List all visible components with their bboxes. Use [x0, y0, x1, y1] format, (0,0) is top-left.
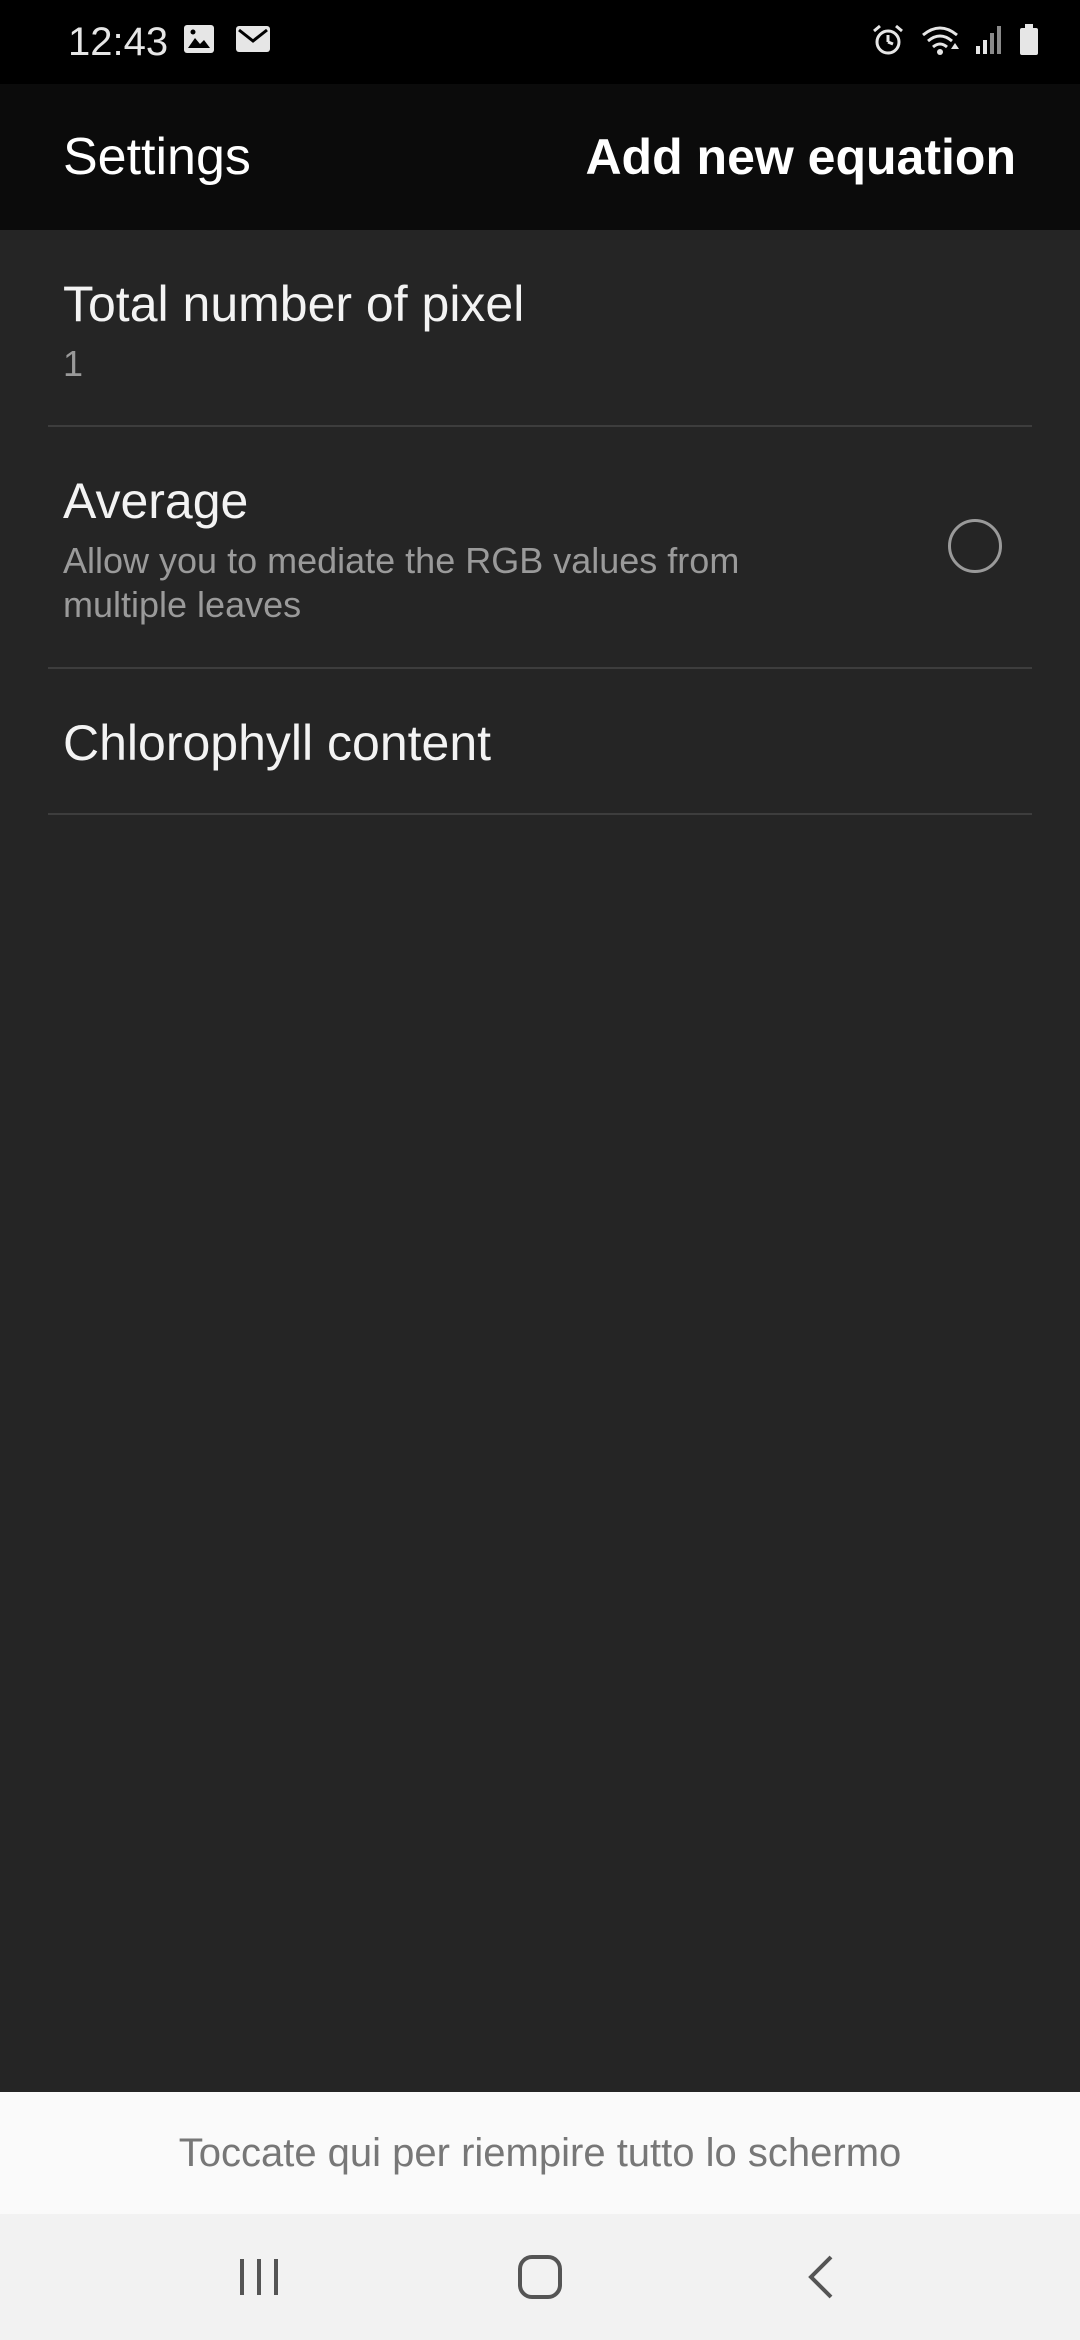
navigation-bar — [0, 2214, 1080, 2340]
email-icon — [236, 26, 270, 52]
page-title: Settings — [63, 128, 251, 186]
recents-button[interactable] — [199, 2242, 319, 2312]
pref-summary: Allow you to mediate the RGB values from… — [63, 540, 740, 625]
pref-total-number-of-pixel[interactable]: Total number of pixel 1 — [48, 230, 1032, 427]
home-icon — [518, 2255, 562, 2299]
wifi-icon — [922, 26, 959, 55]
signal-icon — [976, 26, 1001, 54]
ad-banner[interactable]: Toccate qui per riempire tutto lo scherm… — [0, 2092, 1080, 2214]
settings-list: Total number of pixel 1 Average Allow yo… — [0, 230, 1080, 2092]
back-button[interactable] — [761, 2242, 881, 2312]
pref-chlorophyll-content[interactable]: Chlorophyll content — [48, 669, 1032, 815]
pref-title: Total number of pixel — [63, 276, 525, 332]
recents-icon — [240, 2259, 278, 2295]
pref-average[interactable]: Average Allow you to mediate the RGB val… — [48, 427, 1032, 669]
gallery-icon — [184, 25, 214, 53]
ad-banner-text: Toccate qui per riempire tutto lo scherm… — [178, 2130, 902, 2175]
pref-title: Average — [63, 473, 249, 529]
add-new-equation-button[interactable]: Add new equation — [585, 124, 1016, 190]
status-time: 12:43 — [68, 20, 169, 64]
status-system-icons — [870, 22, 1040, 58]
home-button[interactable] — [480, 2242, 600, 2312]
status-notification-icons — [182, 22, 272, 56]
battery-icon — [1020, 24, 1038, 55]
back-icon — [808, 2255, 833, 2299]
pref-title: Chlorophyll content — [63, 715, 492, 771]
average-radio-button[interactable] — [948, 519, 1002, 573]
status-bar: 12:43 — [0, 0, 1080, 84]
app-bar: Settings Add new equation — [0, 84, 1080, 230]
pref-summary: 1 — [63, 343, 84, 384]
alarm-icon — [873, 24, 903, 55]
